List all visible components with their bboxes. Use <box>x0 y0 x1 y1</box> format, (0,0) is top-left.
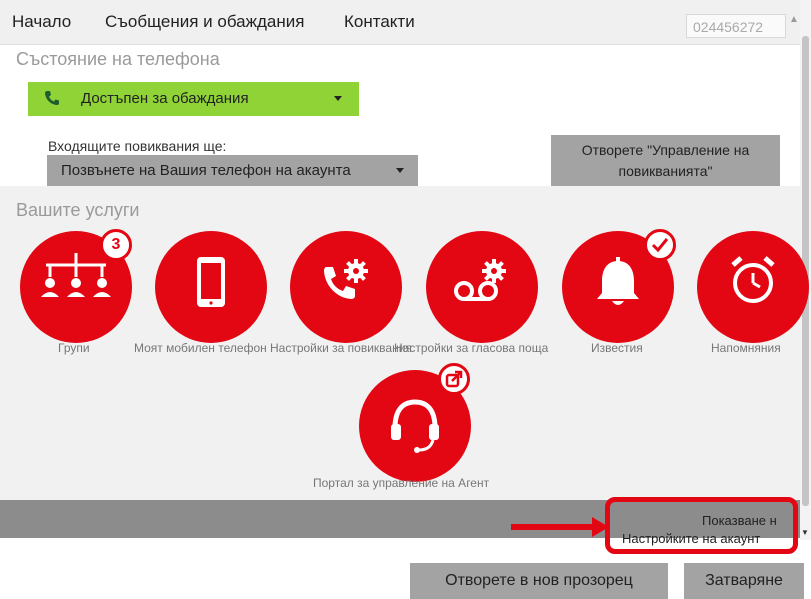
incoming-calls-value: Позвънете на Вашия телефон на акаунта <box>61 162 351 179</box>
scroll-down-arrow-icon[interactable]: ▼ <box>801 528 809 537</box>
alarm-clock-icon <box>731 256 775 303</box>
service-reminders[interactable] <box>697 231 809 343</box>
incoming-calls-dropdown[interactable]: Позвънете на Вашия телефон на акаунта <box>47 155 418 186</box>
service-label-reminders: Напомняния <box>711 341 781 355</box>
status-dropdown-value: Достъпен за обаждания <box>81 90 249 107</box>
chevron-down-icon <box>334 96 342 101</box>
notifications-check-badge <box>644 229 676 261</box>
service-label-groups: Групи <box>58 341 90 355</box>
services-title: Вашите услуги <box>16 200 140 220</box>
service-call-settings[interactable] <box>290 231 402 343</box>
footer-account-settings-link[interactable]: Настройките на акаунт <box>622 531 760 546</box>
service-mobile-phone[interactable] <box>155 231 267 343</box>
footer-show-link[interactable]: Показване н <box>702 513 777 528</box>
nav-home[interactable]: Начало <box>12 12 71 32</box>
service-label-call-settings: Настройки за повиквания <box>270 341 412 355</box>
top-nav-bar: Начало Съобщения и обаждания Контакти 02… <box>0 0 800 45</box>
call-settings-icon <box>324 259 368 299</box>
scroll-up-arrow-icon[interactable]: ▲ <box>789 14 799 25</box>
open-new-window-button[interactable]: Отворете в нов прозорец <box>410 563 668 599</box>
status-dropdown[interactable]: Достъпен за обаждания <box>28 82 359 116</box>
phone-number-field[interactable]: 024456272 <box>686 14 786 38</box>
nav-contacts[interactable]: Контакти <box>344 12 415 32</box>
arrow-head-icon <box>592 517 609 537</box>
services-panel: Вашите услуги 3 Групи Моят мобилен телеф… <box>0 186 809 500</box>
service-label-mobile-phone: Моят мобилен телефон <box>134 341 267 355</box>
chevron-down-icon <box>396 168 404 173</box>
manage-calls-button[interactable]: Отворете "Управление на повикванията" <box>551 135 780 187</box>
voicemail-settings-icon <box>454 259 506 301</box>
service-voicemail-settings[interactable] <box>426 231 538 343</box>
groups-count-badge: 3 <box>100 229 132 261</box>
checkmark-icon <box>651 238 669 253</box>
service-label-voicemail-settings: Настройки за гласова поща <box>394 341 549 355</box>
phone-icon <box>45 91 59 105</box>
phone-status-title: Състояние на телефона <box>16 49 220 69</box>
arrow-shaft <box>511 524 593 530</box>
service-label-notifications: Известия <box>591 341 643 355</box>
nav-messages-calls[interactable]: Съобщения и обаждания <box>105 12 304 32</box>
external-link-icon <box>445 370 463 388</box>
agent-portal-link-badge <box>438 363 470 395</box>
incoming-calls-label: Входящите повиквания ще: <box>48 138 227 154</box>
service-label-agent-portal: Портал за управление на Агент <box>313 476 490 490</box>
close-button[interactable]: Затваряне <box>684 563 804 599</box>
mobile-phone-icon <box>197 257 225 307</box>
